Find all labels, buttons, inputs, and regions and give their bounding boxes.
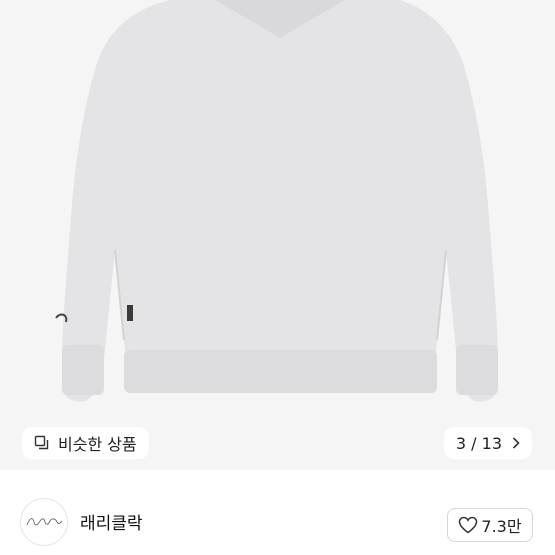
shop-avatar[interactable]	[20, 498, 68, 546]
shop-row: 래리클락 7.3만	[0, 486, 555, 555]
heart-outline-icon	[459, 516, 478, 534]
like-count: 7.3만	[481, 517, 522, 536]
like-button[interactable]: 7.3만	[447, 508, 533, 542]
similar-products-label: 비슷한 상품	[58, 435, 137, 454]
shop-logo	[26, 518, 63, 526]
shop-name[interactable]: 래리클락	[80, 509, 143, 534]
product-image[interactable]	[0, 0, 555, 470]
similar-products-button[interactable]: 비슷한 상품	[22, 427, 149, 459]
copy-icon	[34, 435, 50, 451]
image-counter[interactable]: 3 / 13	[443, 427, 532, 459]
chevron-right-icon	[512, 434, 520, 453]
hoodie-illustration	[55, 0, 498, 402]
image-counter-text: 3 / 13	[455, 433, 502, 453]
